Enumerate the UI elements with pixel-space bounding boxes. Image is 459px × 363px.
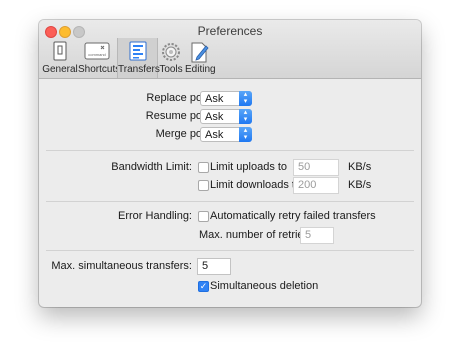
max-retries-label: Max. number of retries: <box>199 229 313 241</box>
merge-policy-select[interactable]: Ask ▴ ▾ <box>200 127 252 142</box>
shortcuts-icon: command <box>84 41 110 64</box>
download-unit-label: KB/s <box>348 179 372 191</box>
title-bar: Preferences General command Shortcuts Tr… <box>39 20 421 79</box>
replace-policy-value: Ask <box>205 93 224 105</box>
preferences-window: Preferences General command Shortcuts Tr… <box>39 20 421 307</box>
tab-general-label: General <box>42 64 78 75</box>
transfers-icon <box>129 41 147 64</box>
auto-retry-label: Automatically retry failed transfers <box>210 210 376 222</box>
limit-uploads-checkbox[interactable] <box>198 162 209 173</box>
max-simultaneous-label: Max. simultaneous transfers: <box>51 260 192 272</box>
tab-tools[interactable]: Tools <box>157 38 185 78</box>
window-title: Preferences <box>197 24 263 38</box>
simultaneous-deletion-label: Simultaneous deletion <box>210 280 319 292</box>
simultaneous-deletion-checkbox[interactable]: ✓ <box>198 281 209 292</box>
tab-editing-label: Editing <box>185 64 216 75</box>
separator <box>46 150 414 151</box>
tab-editing[interactable]: Editing <box>185 38 216 78</box>
resume-policy-value: Ask <box>205 111 224 123</box>
resume-policy-select[interactable]: Ask ▴ ▾ <box>200 109 252 124</box>
separator <box>46 201 414 202</box>
checkmark-icon: ✓ <box>199 281 208 291</box>
max-retries-field[interactable]: 5 <box>300 227 334 244</box>
chevron-updown-icon: ▴ ▾ <box>239 127 252 142</box>
chevron-updown-icon: ▴ ▾ <box>239 91 252 106</box>
tab-general[interactable]: General <box>42 38 78 78</box>
limit-downloads-checkbox[interactable] <box>198 180 209 191</box>
tab-shortcuts-label: Shortcuts <box>78 64 121 75</box>
separator <box>46 250 414 251</box>
replace-policy-select[interactable]: Ask ▴ ▾ <box>200 91 252 106</box>
bandwidth-limit-label: Bandwidth Limit: <box>111 161 192 173</box>
max-simultaneous-field[interactable]: 5 <box>197 258 231 275</box>
limit-downloads-label: Limit downloads to <box>210 179 302 191</box>
tab-shortcuts[interactable]: command Shortcuts <box>78 38 121 78</box>
shortcuts-key-text: command <box>88 52 106 57</box>
merge-policy-value: Ask <box>205 129 224 141</box>
tab-tools-label: Tools <box>159 64 183 75</box>
limit-uploads-label: Limit uploads to <box>210 161 288 173</box>
upload-limit-field[interactable]: 50 <box>293 159 339 176</box>
upload-unit-label: KB/s <box>348 161 372 173</box>
auto-retry-checkbox[interactable] <box>198 211 209 222</box>
tab-transfers[interactable]: Transfers <box>117 38 160 78</box>
transfers-pane: Replace policy: Ask ▴ ▾ Resume policy: As… <box>39 79 421 307</box>
chevron-updown-icon: ▴ ▾ <box>239 109 252 124</box>
download-limit-field[interactable]: 200 <box>293 177 339 194</box>
gear-icon <box>160 41 182 66</box>
general-icon <box>53 41 67 64</box>
tab-transfers-label: Transfers <box>118 64 160 75</box>
edit-icon <box>191 41 209 66</box>
error-handling-label: Error Handling: <box>118 210 192 222</box>
